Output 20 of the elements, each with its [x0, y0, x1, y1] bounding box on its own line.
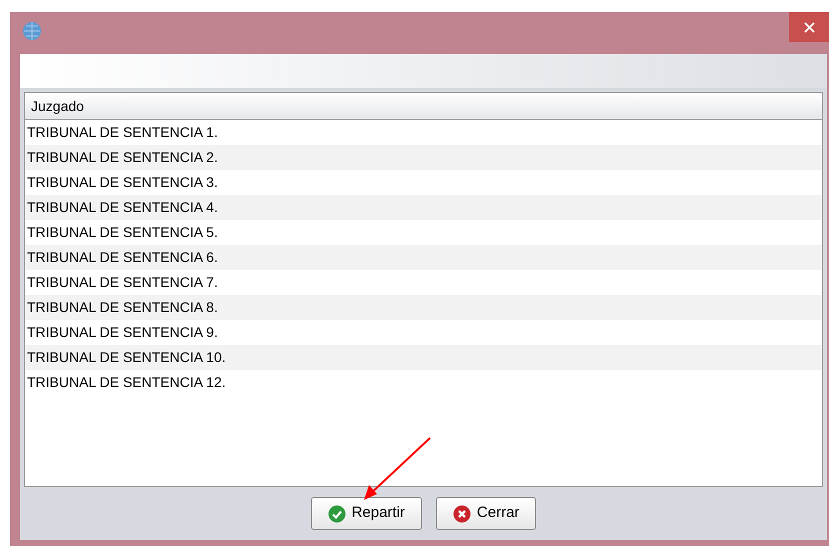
table-cell-text: TRIBUNAL DE SENTENCIA 9. [26, 323, 219, 342]
table-cell-text: TRIBUNAL DE SENTENCIA 10. [26, 348, 227, 367]
cancel-button[interactable]: Cerrar [436, 497, 536, 530]
arrow-drawing [362, 436, 432, 502]
table-cell-text: TRIBUNAL DE SENTENCIA 12. [26, 373, 227, 392]
confirm-button[interactable]: Repartir [310, 497, 422, 530]
table-cell-text: TRIBUNAL DE SENTENCIA 1. [26, 123, 219, 142]
globe-icon [22, 21, 42, 41]
close-button[interactable] [789, 12, 829, 42]
close-icon [804, 22, 814, 32]
table-cell-text: TRIBUNAL DE SENTENCIA 3. [26, 173, 219, 192]
close-icon [452, 504, 471, 522]
column-header[interactable]: Juzgado [25, 93, 822, 120]
table-cell-text: TRIBUNAL DE SENTENCIA 5. [26, 223, 219, 242]
check-icon [328, 504, 346, 522]
table-cell-text: TRIBUNAL DE SENTENCIA 2. [26, 148, 219, 167]
table-cell-text: TRIBUNAL DE SENTENCIA 6. [26, 248, 219, 267]
table-cell-text: TRIBUNAL DE SENTENCIA 4. [26, 198, 219, 217]
table-cell-text: TRIBUNAL DE SENTENCIA 8. [26, 298, 219, 317]
table-cell-text: TRIBUNAL DE SENTENCIA 7. [26, 273, 219, 292]
